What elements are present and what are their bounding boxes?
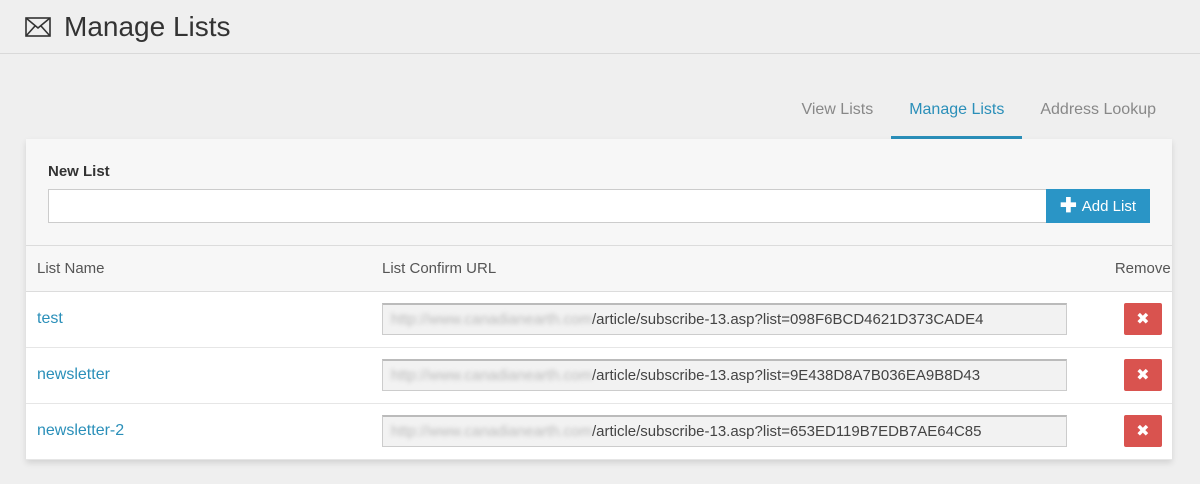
- manage-lists-card: New List ✚ Add List List Name List Confi…: [26, 139, 1172, 460]
- remove-list-button[interactable]: ✖: [1123, 303, 1162, 335]
- confirm-url-field[interactable]: http://www.canadianearth.com /article/su…: [382, 303, 1067, 335]
- list-name-link[interactable]: newsletter: [26, 347, 382, 404]
- column-header-confirm-url: List Confirm URL: [382, 246, 1114, 292]
- add-list-button[interactable]: ✚ Add List: [1046, 189, 1150, 223]
- new-list-input[interactable]: [48, 189, 1046, 223]
- url-domain-blurred: http://www.canadianearth.com: [391, 367, 592, 384]
- url-path: /article/subscribe-13.asp?list=098F6BCD4…: [591, 311, 984, 328]
- tab-view-lists[interactable]: View Lists: [783, 92, 891, 139]
- table-row: test http://www.canadianearth.com /artic…: [26, 291, 1172, 348]
- column-header-list-name: List Name: [26, 246, 382, 292]
- close-icon: ✖: [1136, 423, 1150, 440]
- plus-icon: ✚: [1060, 195, 1077, 217]
- remove-list-button[interactable]: ✖: [1123, 415, 1162, 447]
- column-header-remove: Remove: [1113, 246, 1172, 292]
- table-header-row: List Name List Confirm URL Remove: [26, 246, 1172, 292]
- url-path: /article/subscribe-13.asp?list=653ED119B…: [591, 423, 982, 440]
- list-name-link[interactable]: newsletter-2: [26, 403, 382, 460]
- new-list-input-row: ✚ Add List: [48, 189, 1150, 223]
- close-icon: ✖: [1136, 367, 1150, 384]
- new-list-label: New List: [48, 163, 110, 180]
- page-header: Manage Lists: [0, 0, 1200, 54]
- remove-list-button[interactable]: ✖: [1123, 359, 1162, 391]
- table-row: newsletter-2 http://www.canadianearth.co…: [26, 403, 1172, 460]
- url-domain-blurred: http://www.canadianearth.com: [391, 311, 592, 328]
- url-path: /article/subscribe-13.asp?list=9E438D8A7…: [591, 367, 981, 384]
- lists-table: List Name List Confirm URL Remove test h…: [26, 246, 1172, 460]
- tab-manage-lists[interactable]: Manage Lists: [891, 92, 1023, 139]
- confirm-url-field[interactable]: http://www.canadianearth.com /article/su…: [382, 359, 1067, 391]
- page-title: Manage Lists: [64, 10, 231, 42]
- confirm-url-field[interactable]: http://www.canadianearth.com /article/su…: [382, 415, 1067, 447]
- envelope-icon: [25, 16, 51, 37]
- tab-address-lookup[interactable]: Address Lookup: [1022, 92, 1174, 139]
- list-name-link[interactable]: test: [26, 291, 382, 348]
- add-list-button-label: Add List: [1081, 197, 1136, 215]
- table-row: newsletter http://www.canadianearth.com …: [26, 347, 1172, 404]
- new-list-section: New List ✚ Add List: [26, 139, 1172, 246]
- tab-bar: View Lists Manage Lists Address Lookup: [783, 92, 1174, 139]
- close-icon: ✖: [1136, 311, 1150, 328]
- url-domain-blurred: http://www.canadianearth.com: [391, 423, 592, 440]
